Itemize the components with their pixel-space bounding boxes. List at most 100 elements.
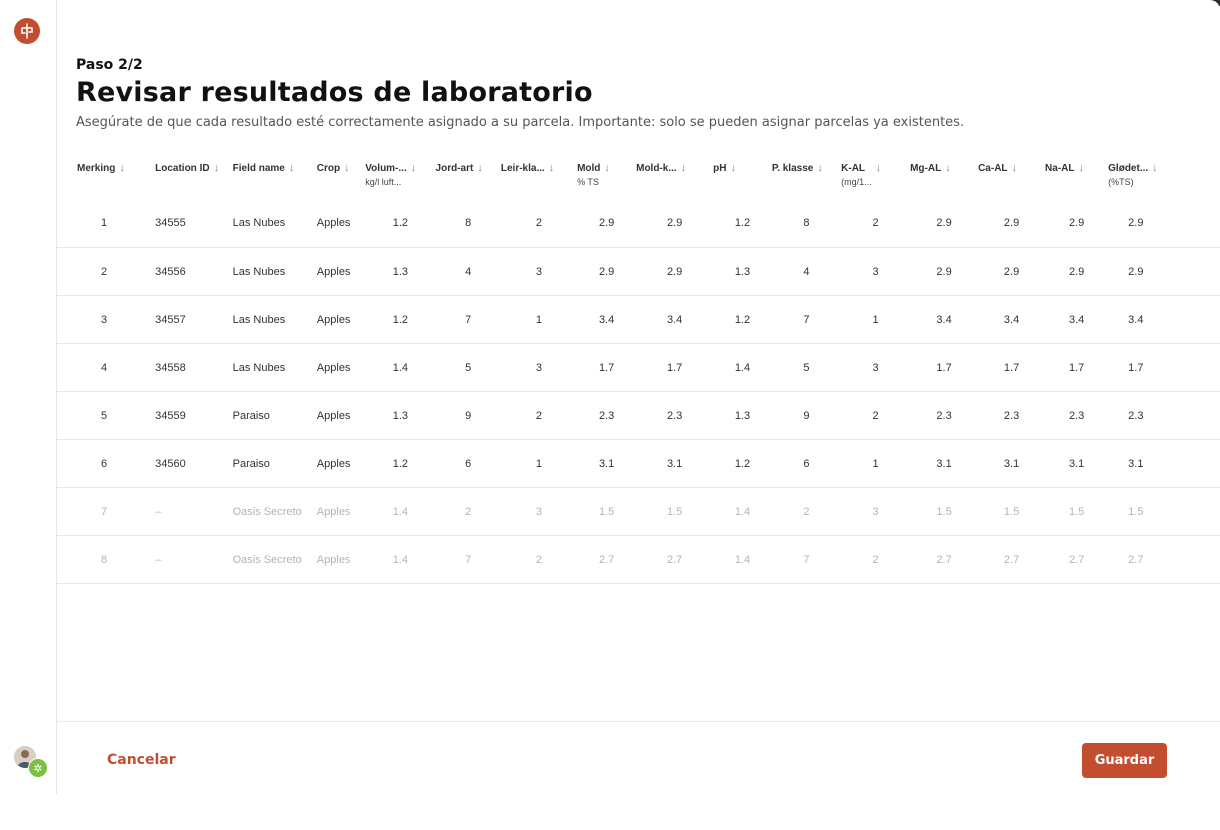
table-cell: 2.3 — [910, 391, 979, 440]
table-cell: 2 — [500, 535, 578, 584]
table-cell: 2.9 — [978, 199, 1046, 248]
table-cell: 1.2 — [365, 295, 436, 344]
table-cell: Oasis Secreto — [232, 535, 317, 584]
sort-arrow-down-icon[interactable]: ↓ — [1079, 163, 1085, 174]
sort-arrow-down-icon[interactable]: ↓ — [411, 163, 417, 174]
table-cell: 3.1 — [1108, 439, 1220, 488]
table-row[interactable]: 2 34556 Las Nubes Apples 1.3 4 3 2.9 2.9 1.3 4 3 2.9… — [57, 247, 1220, 296]
table-row[interactable]: 1 34555 Las Nubes Apples 1.2 8 2 2.9 2.9 1.2 8 2 2.9… — [57, 199, 1220, 248]
column-header[interactable]: Mold % TS ↓ — [577, 156, 636, 199]
column-header[interactable]: pH ↓ — [713, 156, 772, 199]
column-header-text: Leir-kla... — [501, 163, 545, 174]
sort-arrow-down-icon[interactable]: ↓ — [289, 163, 295, 174]
sort-arrow-down-icon[interactable]: ↓ — [681, 163, 687, 174]
column-header[interactable]: K-AL (mg/1... ↓ — [841, 156, 910, 199]
column-header-text: Location ID — [155, 163, 209, 174]
table-cell: 2 — [435, 487, 501, 536]
column-header-content: Na-AL ↓ — [1045, 163, 1085, 175]
table-row[interactable]: 4 34558 Las Nubes Apples 1.4 5 3 1.7 1.7 1.4 5 3 1.7… — [57, 343, 1220, 392]
farm-badge-icon: ✲ — [28, 758, 48, 778]
sort-arrow-down-icon[interactable]: ↓ — [477, 163, 483, 174]
table-cell: 6 — [57, 439, 156, 488]
table-row[interactable]: 7– Oasis Secreto Apples 1.4 2 3 1.5 1.5 1.4 2 3 1.5… — [57, 487, 1220, 536]
table-cell: Apples — [316, 535, 366, 584]
table-cell: 1.4 — [365, 535, 436, 584]
sort-arrow-down-icon[interactable]: ↓ — [214, 163, 220, 174]
table-row[interactable]: 5 34559 Paraiso Apples 1.3 9 2 2.3 2.3 1.3 9 2 2.3 2.… — [57, 391, 1220, 440]
sort-arrow-down-icon[interactable]: ↓ — [1152, 163, 1158, 174]
column-header-label: Field name — [232, 163, 285, 174]
table-cell: Las Nubes — [232, 247, 317, 296]
cancel-button[interactable]: Cancelar — [107, 752, 176, 768]
step-indicator: Paso 2/2 — [76, 57, 143, 73]
column-header[interactable]: Mg-AL ↓ — [910, 156, 978, 199]
sort-arrow-down-icon[interactable]: ↓ — [945, 163, 951, 174]
app-logo-icon[interactable] — [14, 18, 40, 44]
table-cell: 2.3 — [1108, 391, 1220, 440]
column-header-text: Volum-... kg/l luft... — [365, 163, 406, 187]
table-cell: 1.7 — [1108, 343, 1220, 392]
column-header[interactable]: Jord-art ↓ — [436, 156, 501, 199]
table-cell: 8 — [771, 199, 842, 248]
table-cell: 6 — [771, 439, 842, 488]
column-header-label: Volum-... — [365, 163, 407, 174]
table-cell: 7 — [771, 535, 842, 584]
table-cell: 1.4 — [713, 487, 772, 536]
table-cell: 7 — [771, 295, 842, 344]
table-cell: 1.2 — [713, 295, 772, 344]
table-cell: 2.3 — [1045, 391, 1109, 440]
table-cell: 2 — [500, 391, 578, 440]
table-row[interactable]: 6 34560 Paraiso Apples 1.2 6 1 3.1 3.1 1.2 6 1 3.1 3.… — [57, 439, 1220, 488]
table-cell: 1.2 — [713, 439, 772, 488]
table-cell: – — [155, 535, 233, 584]
sort-arrow-down-icon[interactable]: ↓ — [1012, 163, 1018, 174]
table-row[interactable]: 8– Oasis Secreto Apples 1.4 7 2 2.7 2.7 1.4 7 2 2.7… — [57, 535, 1220, 584]
table-cell: 34560 — [155, 439, 233, 488]
table-cell: 1.7 — [910, 343, 979, 392]
column-header[interactable]: Volum-... kg/l luft... ↓ — [365, 156, 435, 199]
column-header[interactable]: Location ID ↓ — [155, 156, 233, 199]
table-cell: Apples — [316, 295, 366, 344]
sort-arrow-down-icon[interactable]: ↓ — [549, 163, 555, 174]
table-cell: 9 — [435, 391, 501, 440]
table-cell: 1.5 — [577, 487, 637, 536]
table-cell: 1.5 — [636, 487, 714, 536]
column-header-content: K-AL (mg/1... ↓ — [841, 163, 882, 188]
table-cell: Apples — [316, 439, 366, 488]
column-header-label: Crop — [316, 163, 341, 174]
column-header-text: Field name — [233, 163, 285, 174]
sort-arrow-down-icon[interactable]: ↓ — [730, 163, 736, 174]
table-cell: 1.7 — [1045, 343, 1109, 392]
column-header-text: Mg-AL — [910, 163, 941, 174]
sort-arrow-down-icon[interactable]: ↓ — [876, 163, 882, 174]
sort-arrow-down-icon[interactable]: ↓ — [119, 163, 125, 174]
column-header-content: Jord-art ↓ — [436, 163, 483, 175]
table-cell: 3.1 — [1045, 439, 1109, 488]
table-cell: 1.3 — [365, 391, 436, 440]
column-header-text: Jord-art — [436, 163, 474, 174]
table-cell: 1.2 — [365, 439, 436, 488]
table-cell: 8 — [57, 535, 156, 584]
sort-arrow-down-icon[interactable]: ↓ — [344, 163, 350, 174]
column-header-text: Mold % TS — [577, 163, 600, 187]
table-cell: 3 — [500, 343, 578, 392]
sort-arrow-down-icon[interactable]: ↓ — [604, 163, 610, 174]
column-header[interactable]: Mold-k... ↓ — [636, 156, 713, 199]
table-cell: 2.9 — [577, 199, 637, 248]
save-button[interactable]: Guardar — [1082, 743, 1167, 778]
column-header[interactable]: P. klasse ↓ — [772, 156, 841, 199]
column-header[interactable]: Merking ↓ — [57, 156, 155, 199]
column-header[interactable]: Glødet... (%TS) ↓ — [1108, 156, 1220, 199]
column-header[interactable]: Field name ↓ — [233, 156, 317, 199]
table-cell: 2.7 — [1045, 535, 1109, 584]
column-header-content: Mold-k... ↓ — [636, 163, 687, 175]
table-cell: 7 — [435, 535, 501, 584]
sort-arrow-down-icon[interactable]: ↓ — [817, 163, 823, 174]
column-header[interactable]: Crop ↓ — [317, 156, 365, 199]
column-header[interactable]: Na-AL ↓ — [1045, 156, 1108, 199]
column-header[interactable]: Leir-kla... ↓ — [501, 156, 577, 199]
column-header-text: Ca-AL — [978, 163, 1007, 174]
column-header[interactable]: Ca-AL ↓ — [978, 156, 1045, 199]
table-cell: 1.4 — [713, 535, 772, 584]
table-row[interactable]: 3 34557 Las Nubes Apples 1.2 7 1 3.4 3.4 1.2 7 1 3.4… — [57, 295, 1220, 344]
